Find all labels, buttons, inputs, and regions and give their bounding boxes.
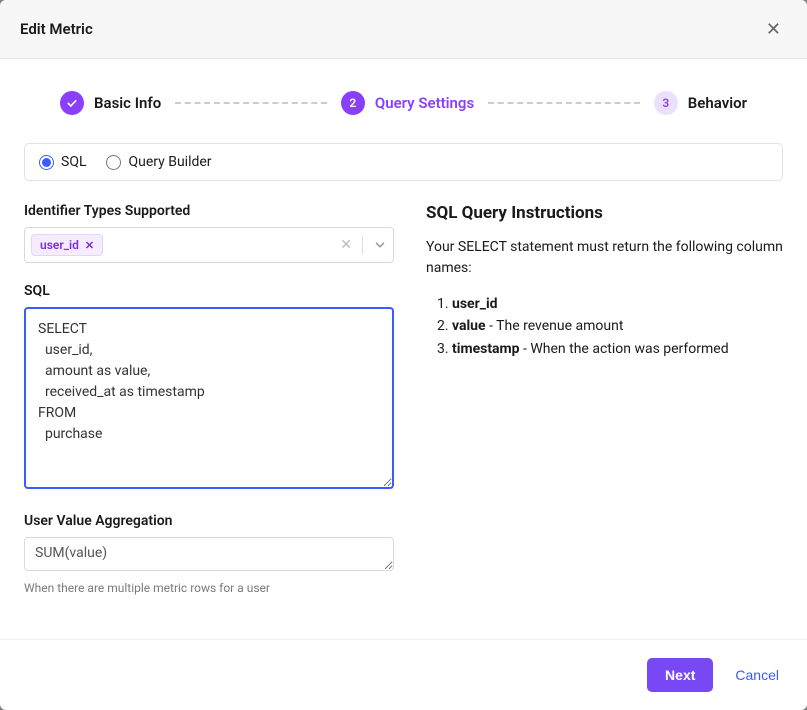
step-label: Query Settings — [375, 94, 474, 112]
list-item: timestamp - When the action was performe… — [452, 338, 783, 360]
identifier-types-input[interactable]: user_id ✕ ✕ — [24, 227, 394, 263]
step-label: Basic Info — [94, 94, 161, 112]
close-button[interactable]: ✕ — [760, 16, 787, 42]
aggregation-help-text: When there are multiple metric rows for … — [24, 581, 394, 595]
instructions-column: SQL Query Instructions Your SELECT state… — [426, 203, 783, 615]
identifier-types-group: Identifier Types Supported user_id ✕ ✕ — [24, 203, 394, 263]
col-name: timestamp — [452, 341, 520, 357]
col-name: value — [452, 318, 486, 334]
step-query-settings[interactable]: 2 Query Settings — [341, 91, 474, 115]
chevron-down-icon[interactable] — [373, 238, 387, 252]
modal-header: Edit Metric ✕ — [0, 0, 807, 59]
col-desc: - The revenue amount — [486, 318, 624, 334]
sql-group: SQL — [24, 283, 394, 493]
step-label: Behavior — [688, 94, 747, 112]
two-column-layout: Identifier Types Supported user_id ✕ ✕ — [24, 203, 783, 615]
mode-querybuilder-option[interactable]: Query Builder — [106, 154, 211, 170]
mode-sql-option[interactable]: SQL — [39, 154, 86, 170]
step-behavior[interactable]: 3 Behavior — [654, 91, 747, 115]
mode-querybuilder-label: Query Builder — [128, 154, 211, 170]
mode-sql-label: SQL — [61, 154, 86, 170]
step-number-icon: 2 — [341, 91, 365, 115]
modal-body: SQL Query Builder Identifier Types Suppo… — [0, 143, 807, 639]
aggregation-textarea[interactable] — [24, 537, 394, 571]
identifier-tag: user_id ✕ — [31, 234, 103, 256]
list-item: value - The revenue amount — [452, 315, 783, 337]
tag-remove-icon[interactable]: ✕ — [85, 239, 94, 252]
form-column: Identifier Types Supported user_id ✕ ✕ — [24, 203, 394, 615]
separator — [362, 236, 363, 254]
sql-label: SQL — [24, 283, 394, 299]
modal-title: Edit Metric — [20, 20, 93, 38]
mode-sql-radio[interactable] — [39, 155, 54, 170]
clear-icon[interactable]: ✕ — [340, 237, 352, 253]
col-name: user_id — [452, 296, 498, 312]
sql-textarea[interactable] — [24, 307, 394, 489]
edit-metric-modal: Edit Metric ✕ Basic Info 2 Query Setting… — [0, 0, 807, 710]
list-item: user_id — [452, 293, 783, 315]
col-desc: - When the action was performed — [520, 341, 729, 357]
instructions-title: SQL Query Instructions — [426, 203, 783, 223]
step-number-icon: 3 — [654, 91, 678, 115]
identifier-types-label: Identifier Types Supported — [24, 203, 394, 219]
modal-footer: Next Cancel — [0, 639, 807, 710]
instructions-intro: Your SELECT statement must return the fo… — [426, 237, 783, 279]
step-connector — [175, 102, 327, 104]
aggregation-group: User Value Aggregation When there are mu… — [24, 513, 394, 595]
check-icon — [60, 91, 84, 115]
step-basic-info[interactable]: Basic Info — [60, 91, 161, 115]
aggregation-label: User Value Aggregation — [24, 513, 394, 529]
close-icon: ✕ — [766, 19, 781, 39]
instructions-list: user_id value - The revenue amount times… — [426, 293, 783, 360]
tag-input-actions: ✕ — [340, 236, 387, 254]
mode-querybuilder-radio[interactable] — [106, 155, 121, 170]
step-connector — [488, 102, 640, 104]
query-mode-selector: SQL Query Builder — [24, 143, 783, 181]
stepper: Basic Info 2 Query Settings 3 Behavior — [0, 59, 807, 143]
tag-text: user_id — [40, 238, 79, 252]
